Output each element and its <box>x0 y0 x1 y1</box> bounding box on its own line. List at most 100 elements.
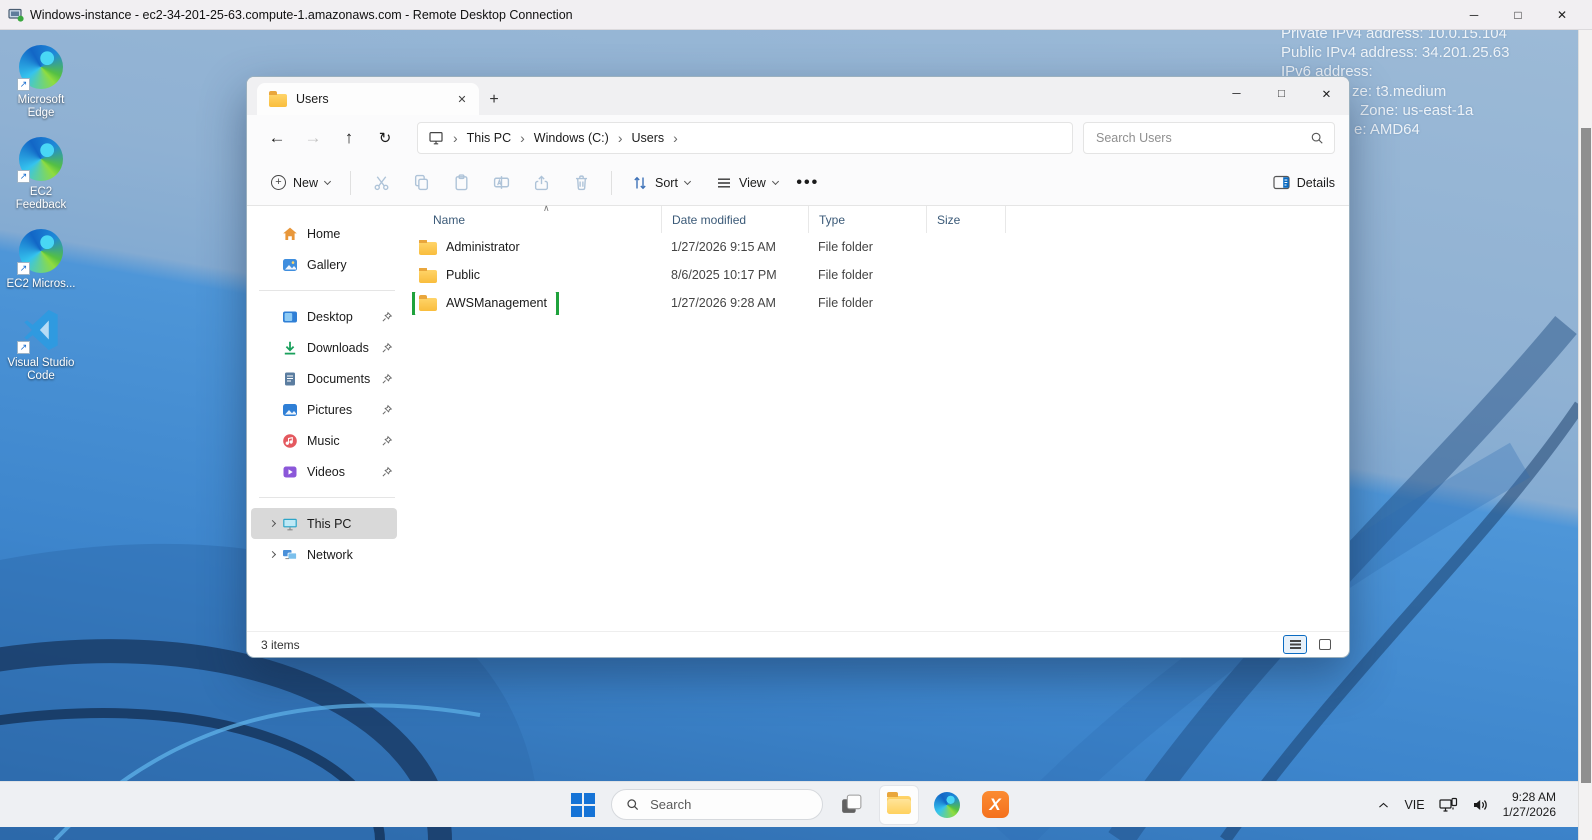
explorer-sidebar: Home Gallery Desktop Downloads Documents… <box>247 206 401 631</box>
network-icon[interactable] <box>1439 797 1458 814</box>
rdp-minimize-button[interactable]: ─ <box>1452 0 1496 29</box>
explorer-close-button[interactable]: ✕ <box>1304 77 1349 111</box>
column-header-size[interactable]: Size <box>926 206 1006 233</box>
rdp-vertical-scrollbar[interactable] <box>1578 30 1592 840</box>
breadcrumb[interactable]: › This PC › Windows (C:) › Users › <box>417 121 1073 154</box>
file-row-awsmanagement[interactable]: AWSManagement 1/27/2026 9:28 AM File fol… <box>401 289 1349 317</box>
sidebar-item-network[interactable]: Network <box>251 539 397 570</box>
details-pane-button[interactable]: Details <box>1273 175 1335 190</box>
sidebar-item-videos[interactable]: Videos <box>251 456 397 487</box>
cut-button[interactable] <box>361 166 401 200</box>
share-button[interactable] <box>521 166 561 200</box>
windows-logo-icon <box>571 792 595 817</box>
explorer-maximize-button[interactable]: □ <box>1259 77 1304 111</box>
sidebar-item-this-pc[interactable]: This PC <box>251 508 397 539</box>
taskbar-clock[interactable]: 9:28 AM 1/27/2026 <box>1503 790 1556 820</box>
info-line: Zone: us-east-1a <box>1360 101 1474 119</box>
sidebar-item-downloads[interactable]: Downloads <box>251 332 397 363</box>
sort-icon <box>634 176 646 189</box>
pin-icon <box>377 311 397 323</box>
column-header-name[interactable]: ∧ Name <box>401 203 661 233</box>
tab-users[interactable]: Users ✕ <box>257 83 479 115</box>
desktop-icons: ↗ Microsoft Edge ↗ EC2 Feedback ↗ EC2 Mi… <box>4 44 78 383</box>
folder-icon <box>269 90 287 107</box>
expand-chevron-icon[interactable] <box>263 550 281 559</box>
search-input[interactable] <box>1094 129 1310 146</box>
explorer-navbar: ← → ↑ ↻ › This PC › Windows (C:) › Users… <box>247 115 1349 160</box>
folder-icon <box>419 294 437 311</box>
forward-button[interactable]: → <box>295 121 331 155</box>
new-button-label: New <box>293 175 319 190</box>
breadcrumb-this-pc[interactable]: This PC <box>467 131 511 145</box>
rename-button[interactable] <box>481 166 521 200</box>
system-tray: VIE 9:28 AM 1/27/2026 <box>1377 782 1556 828</box>
toolbar-divider <box>611 170 613 195</box>
delete-button[interactable] <box>561 166 601 200</box>
paste-button[interactable] <box>441 166 481 200</box>
file-row-public[interactable]: Public 8/6/2025 10:17 PM File folder <box>401 261 1349 289</box>
desktop-icon-ec2-feedback[interactable]: ↗ EC2 Feedback <box>4 136 78 212</box>
sidebar-item-home[interactable]: Home <box>251 218 397 249</box>
large-icons-view-toggle[interactable] <box>1313 635 1337 654</box>
hidden-icons-button[interactable] <box>1377 799 1390 812</box>
documents-icon <box>281 370 298 387</box>
sidebar-item-gallery[interactable]: Gallery <box>251 249 397 280</box>
file-row-administrator[interactable]: Administrator 1/27/2026 9:15 AM File fol… <box>401 233 1349 261</box>
sort-button[interactable]: Sort <box>622 166 700 200</box>
desktop-icon-microsoft-edge[interactable]: ↗ Microsoft Edge <box>4 44 78 120</box>
details-pane-icon <box>1273 175 1290 190</box>
start-button[interactable] <box>563 785 603 825</box>
desktop-icon-visual-studio-code[interactable]: ↗ Visual Studio Code <box>4 307 78 383</box>
sidebar-divider <box>259 497 395 498</box>
sidebar-item-label: This PC <box>307 516 352 531</box>
network-icon <box>281 546 298 563</box>
sidebar-item-label: Home <box>307 226 341 241</box>
back-button[interactable]: ← <box>259 121 295 155</box>
explorer-search[interactable] <box>1083 121 1335 154</box>
refresh-button[interactable]: ↻ <box>367 121 403 155</box>
view-button[interactable]: View <box>706 166 788 200</box>
taskbar-search-input[interactable] <box>648 796 808 813</box>
shortcut-arrow-icon: ↗ <box>17 262 30 275</box>
column-header-date-modified[interactable]: Date modified <box>661 206 808 233</box>
task-view-button[interactable] <box>831 785 871 825</box>
sidebar-divider <box>259 290 395 291</box>
sidebar-item-desktop[interactable]: Desktop <box>251 301 397 332</box>
more-options-button[interactable]: ••• <box>788 166 828 200</box>
taskbar-edge-button[interactable] <box>927 785 967 825</box>
column-header-type[interactable]: Type <box>808 206 926 233</box>
pin-icon <box>377 373 397 385</box>
clock-time: 9:28 AM <box>1511 790 1556 804</box>
rdp-close-button[interactable]: ✕ <box>1540 0 1584 29</box>
expand-chevron-icon[interactable] <box>263 519 281 528</box>
rdp-titlebar: Windows-instance - ec2-34-201-25-63.comp… <box>0 0 1592 30</box>
taskbar-xampp-button[interactable]: X <box>975 785 1015 825</box>
breadcrumb-users[interactable]: Users <box>631 131 664 145</box>
details-view-toggle[interactable] <box>1283 635 1307 654</box>
view-icon <box>717 178 730 187</box>
pin-icon <box>377 404 397 416</box>
sidebar-item-music[interactable]: Music <box>251 425 397 456</box>
volume-icon[interactable] <box>1472 797 1489 813</box>
rdp-maximize-button[interactable]: □ <box>1496 0 1540 29</box>
sidebar-item-label: Documents <box>307 371 371 386</box>
file-name: AWSManagement <box>446 296 547 310</box>
music-icon <box>281 432 298 449</box>
copy-button[interactable] <box>401 166 441 200</box>
sidebar-item-pictures[interactable]: Pictures <box>251 394 397 425</box>
desktop-icon-ec2-microsoft[interactable]: ↗ EC2 Micros... <box>4 228 78 291</box>
taskbar-file-explorer-button[interactable] <box>879 784 919 825</box>
sidebar-item-documents[interactable]: Documents <box>251 363 397 394</box>
desktop-icon-label: EC2 Micros... <box>6 278 76 290</box>
explorer-minimize-button[interactable]: ─ <box>1214 77 1259 111</box>
up-button[interactable]: ↑ <box>331 121 367 155</box>
sidebar-item-label: Videos <box>307 464 345 479</box>
taskbar-search[interactable] <box>611 789 823 820</box>
new-tab-button[interactable]: + <box>479 85 509 115</box>
info-line: Private IPv4 address: 10.0.15.104 <box>1281 30 1507 42</box>
breadcrumb-windows-c[interactable]: Windows (C:) <box>534 131 609 145</box>
tab-close-icon[interactable]: ✕ <box>453 90 471 108</box>
scrollbar-thumb[interactable] <box>1581 128 1591 783</box>
language-indicator[interactable]: VIE <box>1404 798 1424 812</box>
new-button[interactable]: + New <box>261 166 340 200</box>
